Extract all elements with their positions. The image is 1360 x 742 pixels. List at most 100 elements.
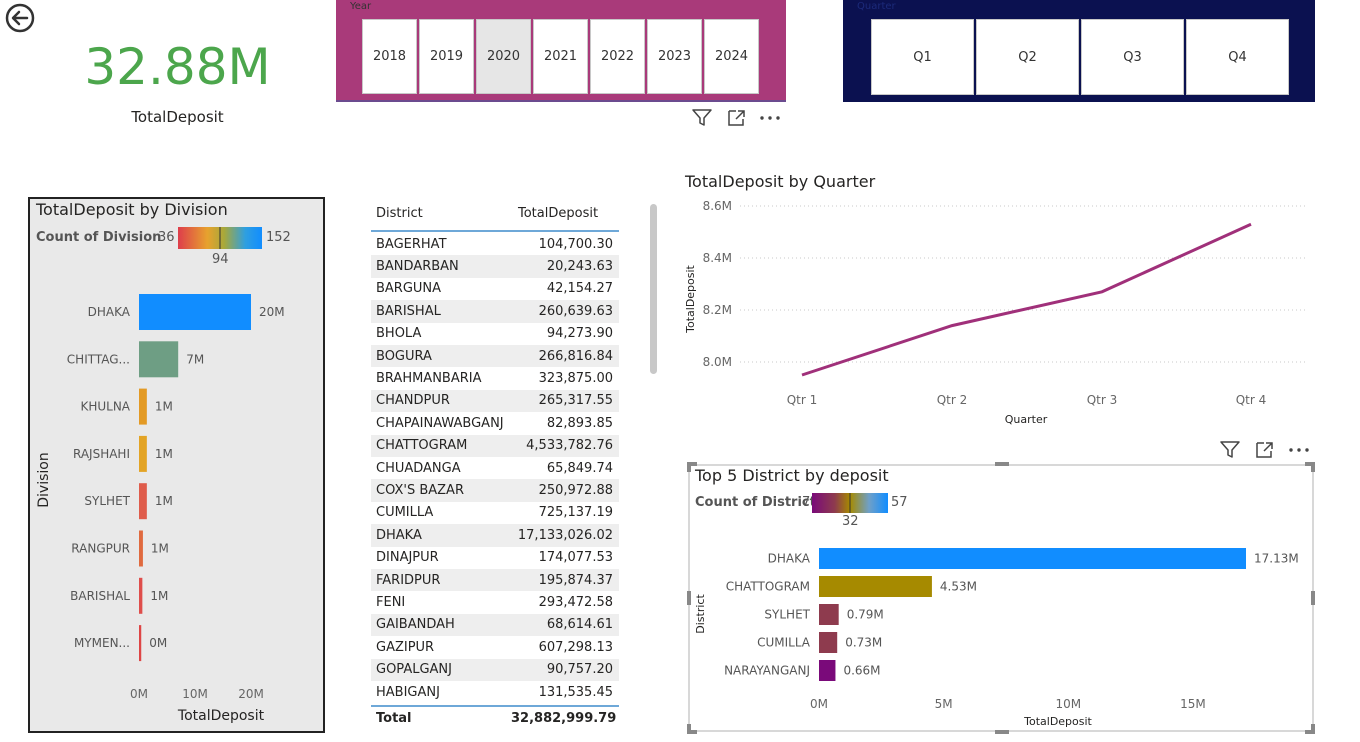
division-x-tick: 10M [182,687,208,701]
focus-mode-icon[interactable] [1254,440,1276,460]
table-row[interactable]: BARISHAL 260,639.63 [371,300,619,323]
cell-totaldeposit: 250,972.88 [538,483,613,499]
table-row[interactable]: CHAPAINAWABGANJ 82,893.85 [371,412,619,434]
cell-totaldeposit: 323,875.00 [538,371,613,387]
cell-totaldeposit: 293,472.58 [538,595,613,611]
table-row[interactable]: CHUADANGA 65,849.74 [371,457,619,479]
table-row[interactable]: DINAJPUR 174,077.53 [371,547,619,569]
table-row[interactable]: BHOLA 94,273.90 [371,323,619,345]
year-button[interactable]: 2018 [362,19,417,94]
table-row[interactable]: HABIGANJ 131,535.45 [371,681,619,703]
quarter-button[interactable]: Q4 [1186,19,1289,95]
division-bar [139,577,143,614]
more-options-icon[interactable] [759,112,781,124]
quarter-button[interactable]: Q1 [871,19,974,95]
cell-district: CUMILLA [376,505,434,521]
table-row[interactable]: CHANDPUR 265,317.55 [371,389,619,413]
table-row[interactable]: BOGURA 266,816.84 [371,345,619,368]
table-row[interactable]: DHAKA 17,133,026.02 [371,524,619,547]
filter-icon[interactable] [691,108,713,128]
line-y-tick: 8.6M [703,199,732,213]
focus-mode-icon[interactable] [726,108,748,128]
total-value: 32,882,999.79 [511,710,617,726]
top5-data-label: 4.53M [940,580,977,594]
table-row[interactable]: FARIDPUR 195,874.37 [371,569,619,592]
top5-data-label: 0.66M [843,664,880,678]
table-scrollbar[interactable] [650,204,657,374]
top5-chart-title: Top 5 District by deposit [695,466,889,485]
cell-totaldeposit: 131,535.45 [538,684,613,700]
division-bar [139,435,147,472]
cell-totaldeposit: 42,154.27 [546,281,613,297]
filter-icon[interactable] [1219,440,1241,460]
cell-totaldeposit: 174,077.53 [538,550,613,566]
division-bar-chart: DHAKA 20M CHITTAG... 7M KHULNA 1M RAJSHAHI 1M SY… [36,294,285,724]
more-options-icon[interactable] [1288,444,1310,456]
cell-district: GAZIPUR [376,639,435,655]
year-button[interactable]: 2019 [419,19,474,94]
top5-bar [819,548,1246,569]
table-row[interactable]: BARGUNA 42,154.27 [371,278,619,300]
table-row[interactable]: CHATTOGRAM 4,533,782.76 [371,434,619,457]
division-category-label: RAJSHAHI [73,447,130,461]
table-row[interactable]: BRAHMANBARIA 323,875.00 [371,367,619,389]
top5-data-label: 0.73M [845,636,882,650]
division-data-label: 1M [155,447,173,461]
back-arrow-icon[interactable] [4,2,36,34]
cell-totaldeposit: 266,816.84 [538,348,613,364]
year-button[interactable]: 2021 [533,19,588,94]
kpi-label: TotalDeposit [131,108,224,126]
year-button-selected[interactable]: 2020 [476,19,531,94]
cell-district: BHOLA [376,326,422,342]
quarter-button[interactable]: Q3 [1081,19,1184,95]
year-button[interactable]: 2023 [647,19,702,94]
cell-totaldeposit: 20,243.63 [546,259,613,275]
cell-district: FARIDPUR [376,572,441,588]
year-button[interactable]: 2024 [704,19,759,94]
division-legend-max: 152 [266,230,291,245]
division-bar [139,483,147,520]
cell-district: BOGURA [376,348,432,364]
table-row[interactable]: BANDARBAN 20,243.63 [371,255,619,278]
cell-totaldeposit: 17,133,026.02 [517,527,613,543]
table-row[interactable]: FENI 293,472.58 [371,591,619,613]
cell-totaldeposit: 4,533,782.76 [526,438,613,454]
cell-district: DHAKA [376,527,422,543]
top5-x-tick: 0M [810,697,828,711]
cell-district: FENI [376,595,406,611]
table-row[interactable]: CUMILLA 725,137.19 [371,502,619,524]
division-bar [139,625,142,662]
top5-category-label: DHAKA [768,552,811,566]
quarter-button[interactable]: Q2 [976,19,1079,95]
kpi-value: 32.88M [84,38,271,96]
cell-totaldeposit: 90,757.20 [546,662,613,678]
line-x-tick: Qtr 1 [787,393,818,407]
division-data-label: 1M [155,494,173,508]
division-category-label: SYLHET [84,494,130,508]
table-header: District TotalDeposit [371,203,619,232]
table-row[interactable]: GOPALGANJ 90,757.20 [371,658,619,681]
table-row[interactable]: GAIBANDAH 68,614.61 [371,613,619,637]
top5-legend-mid: 32 [842,514,859,529]
division-data-label: 1M [150,589,168,603]
column-header-district[interactable]: District [376,206,423,221]
slicer-underline [336,100,786,102]
year-button[interactable]: 2022 [590,19,645,94]
cell-district: BARISHAL [376,303,441,319]
quarter-slicer: Quarter Q1 Q2 Q3 Q4 [843,0,1315,102]
quarter-slicer-label: Quarter [857,1,896,12]
top5-bar [819,576,932,597]
line-y-tick: 8.0M [703,355,732,369]
column-header-totaldeposit[interactable]: TotalDeposit [518,206,598,221]
top5-category-label: CHATTOGRAM [726,580,810,594]
cell-totaldeposit: 260,639.63 [538,303,613,319]
division-legend-mid: 94 [212,252,229,267]
division-data-label: 0M [149,636,167,650]
table-row[interactable]: GAZIPUR 607,298.13 [371,636,619,658]
table-row[interactable]: COX'S BAZAR 250,972.88 [371,479,619,502]
division-category-label: DHAKA [88,305,131,319]
table-row[interactable]: BAGERHAT 104,700.30 [371,233,619,255]
cell-district: CHAPAINAWABGANJ [376,415,504,431]
top5-category-label: NARAYANGANJ [724,664,810,678]
cell-totaldeposit: 725,137.19 [538,505,613,521]
